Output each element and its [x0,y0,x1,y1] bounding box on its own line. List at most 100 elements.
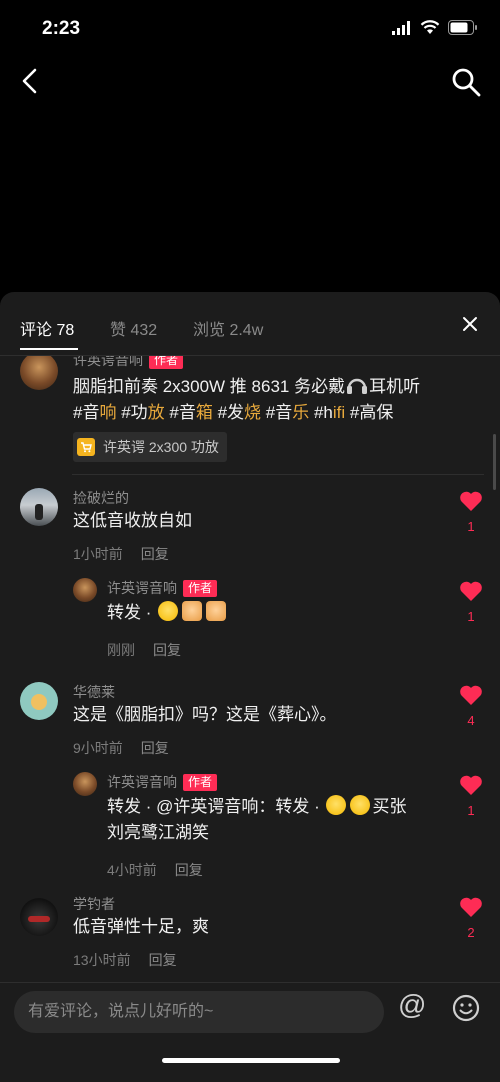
comment-meta: 9小时前 回复 [73,738,169,758]
reply-button[interactable]: 回复 [175,862,203,878]
username-text[interactable]: 许英谔音响 [107,580,177,596]
close-icon[interactable] [460,314,480,334]
thumbs-up-emoji-icon [206,601,227,621]
hashtag-text[interactable]: #音 [165,403,195,422]
comment-text-part: 转发 · [107,603,152,622]
tab-underline [20,348,78,350]
like-button[interactable]: 1 [458,490,484,534]
signal-icon [392,20,410,35]
heart-icon[interactable] [459,774,483,796]
tab-likes[interactable]: 赞 432 [110,316,157,340]
back-icon[interactable] [16,66,46,96]
hashtag-highlight[interactable]: ifi [333,403,345,422]
avatar[interactable] [20,898,58,936]
comment-text: 这低音收放自如 [73,511,192,530]
comment-meta: 1小时前 回复 [73,544,169,564]
comment-text-part: 耳机听 [369,377,421,396]
comment-meta: 刚刚 回复 [107,640,181,660]
like-button[interactable]: 1 [458,774,484,818]
like-count: 1 [467,609,475,624]
product-label: 许英谔 2x300 功放 [103,439,219,455]
comment-username[interactable]: 许英谔音响 作者 [107,578,218,598]
like-button[interactable]: 4 [458,684,484,728]
author-badge: 作者 [149,356,184,369]
status-bar: 2:23 [0,0,500,58]
hashtag-highlight[interactable]: 响 [99,403,116,422]
tab-views[interactable]: 浏览 2.4w [193,316,263,340]
reply-button[interactable]: 回复 [141,740,169,756]
comment-text: 低音弹性十足，爽 [73,917,209,936]
hashtag-highlight[interactable]: 乐 [292,403,309,422]
comment-item: 华德莱 这是《胭脂扣》吗？这是《葬心》。 9小时前 回复 4 [0,674,500,764]
divider [72,474,484,475]
avatar[interactable] [73,772,97,796]
comment-time: 刚刚 [107,642,135,658]
reply-button[interactable]: 回复 [149,952,177,968]
heart-icon[interactable] [459,684,483,706]
comment-username[interactable]: 许英谔音响 作者 [107,772,218,792]
reply-button[interactable]: 回复 [153,642,181,658]
hashtag-text[interactable]: #功 [116,403,147,422]
heart-icon[interactable] [459,896,483,918]
comment-text-line2: 刘亮鹭江湖笑 [107,823,209,842]
avatar[interactable] [20,682,58,720]
like-count: 4 [467,713,475,728]
author-badge: 作者 [183,774,218,791]
avatar[interactable] [73,578,97,602]
headphones-icon [347,378,368,394]
emoji-picker-icon[interactable] [452,994,480,1022]
comment-time: 4小时前 [107,862,157,878]
tab-bar: 评论 78 赞 432 浏览 2.4w [0,292,500,356]
like-button[interactable]: 1 [458,580,484,624]
heart-icon[interactable] [459,580,483,602]
author-badge: 作者 [183,580,218,597]
username-text[interactable]: 许英谔音响 [73,356,143,368]
hashtag-text[interactable]: #音 [73,403,99,422]
comment-username[interactable]: 捡破烂的 [73,488,129,508]
comment-item: 捡破烂的 这低音收放自如 1小时前 回复 1 [0,480,500,570]
comment-text: 这是《胭脂扣》吗？这是《葬心》。 [73,705,337,724]
laughing-emoji-icon [326,795,347,815]
username-text[interactable]: 许英谔音响 [107,774,177,790]
top-nav [0,60,500,104]
scrollbar[interactable] [493,434,496,490]
product-link[interactable]: 许英谔 2x300 功放 [73,432,227,462]
comment-username[interactable]: 许英谔音响 作者 [73,356,184,370]
home-indicator[interactable] [162,1058,340,1063]
like-count: 1 [467,519,475,534]
hashtag-highlight[interactable]: 放 [148,403,165,422]
comment-username[interactable]: 学钓者 [73,894,115,914]
hashtag-text[interactable]: #音 [261,403,292,422]
comment-time: 13小时前 [73,952,131,968]
like-button[interactable]: 2 [458,896,484,940]
battery-icon [448,20,477,35]
hashtag-highlight[interactable]: 烧 [244,403,261,422]
comment-text: 转发 · @许英谔音响：转发 · 买张 [107,794,406,820]
cart-icon [77,438,95,456]
grin-emoji-icon [350,795,371,815]
hashtag-text[interactable]: #h [309,403,333,422]
search-icon[interactable] [450,66,482,98]
mention-button[interactable]: @ [398,989,426,1021]
comment-text-part: 转发 · @许英谔音响：转发 · [107,797,320,816]
status-icons [392,20,478,35]
grin-emoji-icon [158,601,179,621]
hashtag-highlight[interactable]: 箱 [196,403,213,422]
reply-item: 许英谔音响 作者 转发 · @许英谔音响：转发 · 买张 刘亮鹭江湖笑 4小时前 回… [0,764,500,884]
comment-input[interactable]: 有爱评论，说点儿好听的~ [14,991,384,1033]
comment-sheet: 评论 78 赞 432 浏览 2.4w 许英谔音响 作者 胭脂扣前奏 2x300W… [0,292,500,1082]
comment-item: 学钓者 低音弹性十足，爽 13小时前 回复 2 [0,890,500,980]
like-count: 2 [467,925,475,940]
comment-time: 9小时前 [73,740,123,756]
hashtag-text[interactable]: #高保 [345,403,393,422]
avatar[interactable] [20,488,58,526]
reply-item: 许英谔音响 作者 转发 · 刚刚 回复 1 [0,570,500,660]
clap-emoji-icon [182,601,203,621]
hashtag-text[interactable]: #发 [213,403,244,422]
avatar[interactable] [20,356,58,390]
tab-comments[interactable]: 评论 78 [20,316,74,340]
comment-username[interactable]: 华德莱 [73,682,115,702]
comment-list[interactable]: 许英谔音响 作者 胭脂扣前奏 2x300W 推 8631 务必戴 耳机听 #音响 … [0,356,500,982]
heart-icon[interactable] [459,490,483,512]
reply-button[interactable]: 回复 [141,546,169,562]
